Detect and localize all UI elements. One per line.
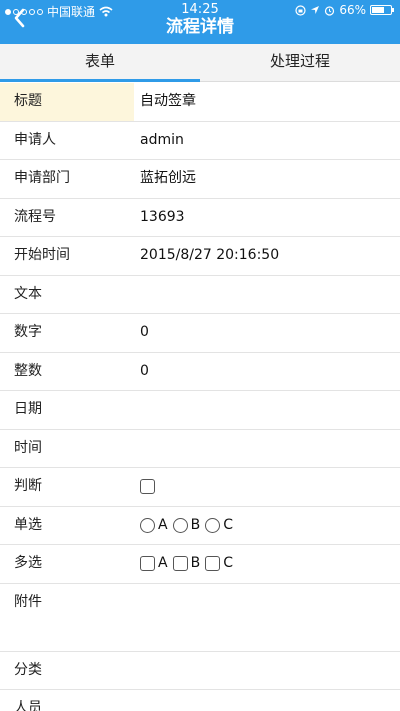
- applicant-value: admin: [140, 131, 184, 148]
- title-value: 自动签章: [140, 93, 196, 109]
- time-label: 时间: [14, 439, 42, 456]
- tab-bar: 表单 处理过程: [0, 44, 400, 82]
- radio-option-c-label: C: [223, 516, 233, 533]
- process-no-label: 流程号: [14, 208, 56, 225]
- start-time-value: 2015/8/27 20:16:50: [140, 247, 280, 263]
- checkbox-option-c[interactable]: [205, 556, 221, 572]
- row-time: 时间: [0, 430, 400, 468]
- department-value: 蓝拓创远: [140, 170, 196, 186]
- judge-checkbox[interactable]: [140, 479, 155, 495]
- row-integer: 整数 0: [0, 353, 400, 391]
- row-judge: 判断: [0, 468, 400, 507]
- checkbox-option-a-label: A: [158, 555, 168, 571]
- single-choice-label: 单选: [14, 516, 42, 533]
- row-single-choice: 单选 A B C: [0, 507, 400, 545]
- number-label: 数字: [14, 324, 42, 340]
- nav-bar: 流程详情: [0, 0, 400, 44]
- single-choice-options: A B C: [140, 507, 235, 545]
- category-label: 分类: [14, 661, 42, 678]
- judge-label: 判断: [14, 478, 42, 494]
- start-time-label: 开始时间: [14, 247, 70, 263]
- row-text: 文本: [0, 276, 400, 314]
- row-date: 日期: [0, 391, 400, 430]
- checkbox-option-a[interactable]: [140, 556, 155, 572]
- radio-option-b[interactable]: [172, 517, 188, 533]
- row-process-no: 流程号 13693: [0, 199, 400, 237]
- multi-choice-options: A B C: [140, 545, 235, 583]
- radio-option-c[interactable]: [205, 517, 221, 533]
- row-people: 人员: [0, 690, 400, 711]
- row-title: 标题 自动签章: [0, 83, 400, 122]
- row-attachment: 附件: [0, 584, 400, 652]
- row-applicant: 申请人 admin: [0, 122, 400, 160]
- header: 中国联通 14:25 66% 流程详情: [0, 0, 400, 44]
- page-title: 流程详情: [166, 17, 234, 37]
- date-label: 日期: [14, 401, 42, 417]
- checkbox-option-c-label: C: [223, 555, 233, 571]
- checkbox-option-b-label: B: [190, 555, 201, 571]
- process-no-value: 13693: [140, 208, 185, 225]
- judge-value: [140, 468, 155, 506]
- multi-choice-label: 多选: [14, 555, 42, 571]
- tab-process-history[interactable]: 处理过程: [200, 44, 400, 81]
- title-label: 标题: [0, 83, 134, 121]
- attachment-label: 附件: [14, 593, 42, 610]
- form-details: 标题 自动签章 申请人 admin 申请部门 蓝拓创远 流程号 13693 开始…: [0, 83, 400, 711]
- department-label: 申请部门: [14, 170, 70, 186]
- row-category: 分类: [0, 652, 400, 690]
- row-start-time: 开始时间 2015/8/27 20:16:50: [0, 237, 400, 276]
- integer-label: 整数: [14, 362, 42, 379]
- radio-option-a-label: A: [158, 516, 168, 533]
- number-value: 0: [140, 324, 149, 340]
- integer-value: 0: [140, 362, 149, 379]
- radio-option-a[interactable]: [140, 517, 155, 533]
- row-department: 申请部门 蓝拓创远: [0, 160, 400, 199]
- radio-option-b-label: B: [190, 516, 201, 533]
- tab-form[interactable]: 表单: [0, 44, 200, 82]
- people-label: 人员: [14, 700, 42, 711]
- applicant-label: 申请人: [14, 131, 56, 148]
- checkbox-option-b[interactable]: [172, 556, 188, 572]
- row-number: 数字 0: [0, 314, 400, 353]
- row-multi-choice: 多选 A B C: [0, 545, 400, 584]
- text-label: 文本: [14, 285, 42, 302]
